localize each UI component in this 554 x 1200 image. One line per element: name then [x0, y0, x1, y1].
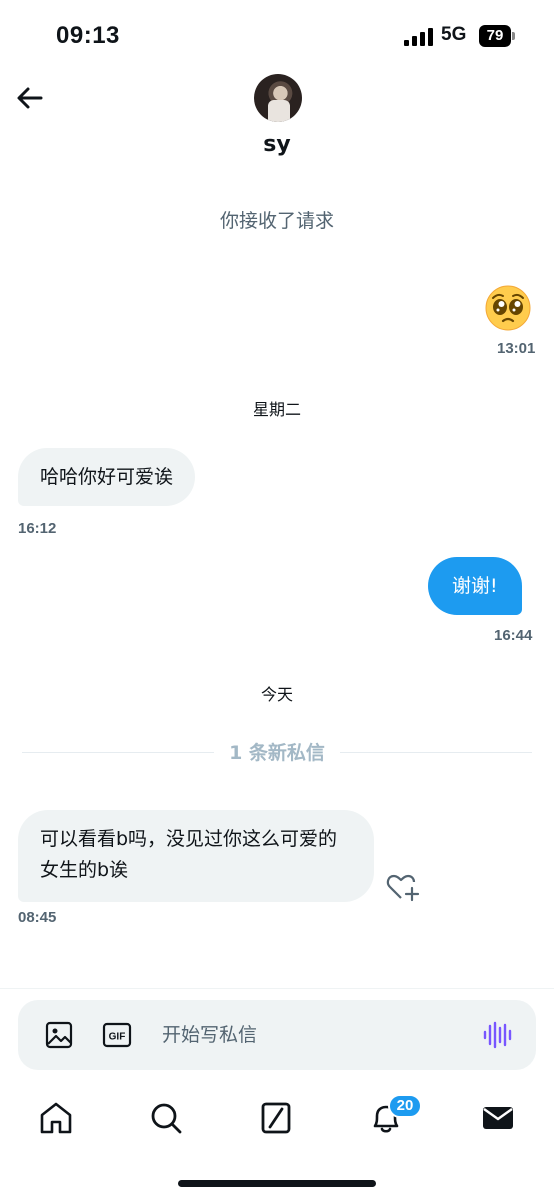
notification-badge: 20: [388, 1094, 422, 1118]
message-timestamp: 16:44: [494, 627, 533, 644]
home-indicator: [178, 1180, 376, 1187]
heart-plus-icon: [386, 874, 420, 902]
message-composer: GIF: [18, 1000, 536, 1070]
composer-divider: [0, 988, 554, 989]
message-input[interactable]: [162, 1020, 462, 1050]
tab-search[interactable]: [146, 1098, 186, 1138]
request-accepted-note: 你接收了请求: [219, 210, 334, 232]
username[interactable]: sy: [0, 132, 554, 157]
new-messages-label: 1 条新私信: [214, 738, 340, 765]
message-bubble-incoming[interactable]: 哈哈你好可爱诶: [18, 448, 196, 506]
waveform-icon: [483, 1021, 512, 1049]
battery-cap: [512, 32, 515, 40]
home-icon: [40, 1102, 72, 1134]
pleading-face-icon[interactable]: [484, 284, 532, 332]
gif-icon: GIF: [102, 1022, 132, 1048]
bottom-tab-bar: 20: [0, 1090, 554, 1150]
message-timestamp: 16:12: [18, 520, 57, 537]
message-bubble-incoming[interactable]: 可以看看b吗，没见过你这么可爱的女生的b诶: [18, 810, 374, 902]
day-separator: 星期二: [252, 400, 301, 419]
signal-icon: [404, 28, 434, 46]
search-icon: [151, 1103, 182, 1134]
message-timestamp: 13:01: [497, 340, 536, 357]
svg-text:GIF: GIF: [109, 1032, 126, 1043]
tab-grok[interactable]: [256, 1098, 296, 1138]
image-icon: [45, 1021, 73, 1049]
arrow-left-icon: [17, 87, 43, 109]
tab-home[interactable]: [36, 1098, 76, 1138]
status-bar: 09:13 5G 79: [0, 0, 554, 66]
mail-icon: [483, 1107, 513, 1129]
back-button[interactable]: [14, 82, 46, 114]
image-button[interactable]: [44, 1020, 74, 1050]
message-bubble-outgoing[interactable]: 谢谢!: [428, 557, 522, 615]
clock: 09:13: [56, 22, 120, 49]
grok-icon: [261, 1102, 291, 1134]
day-separator: 今天: [260, 685, 293, 704]
message-timestamp: 08:45: [18, 909, 57, 926]
gif-button[interactable]: GIF: [102, 1020, 132, 1050]
tab-messages[interactable]: [478, 1098, 518, 1138]
network-type: 5G: [441, 24, 467, 45]
voice-message-button[interactable]: [482, 1020, 512, 1050]
add-reaction-button[interactable]: [386, 872, 420, 902]
battery-icon: 79: [479, 25, 511, 47]
conversation-header: sy: [0, 66, 554, 176]
avatar[interactable]: [254, 74, 302, 122]
